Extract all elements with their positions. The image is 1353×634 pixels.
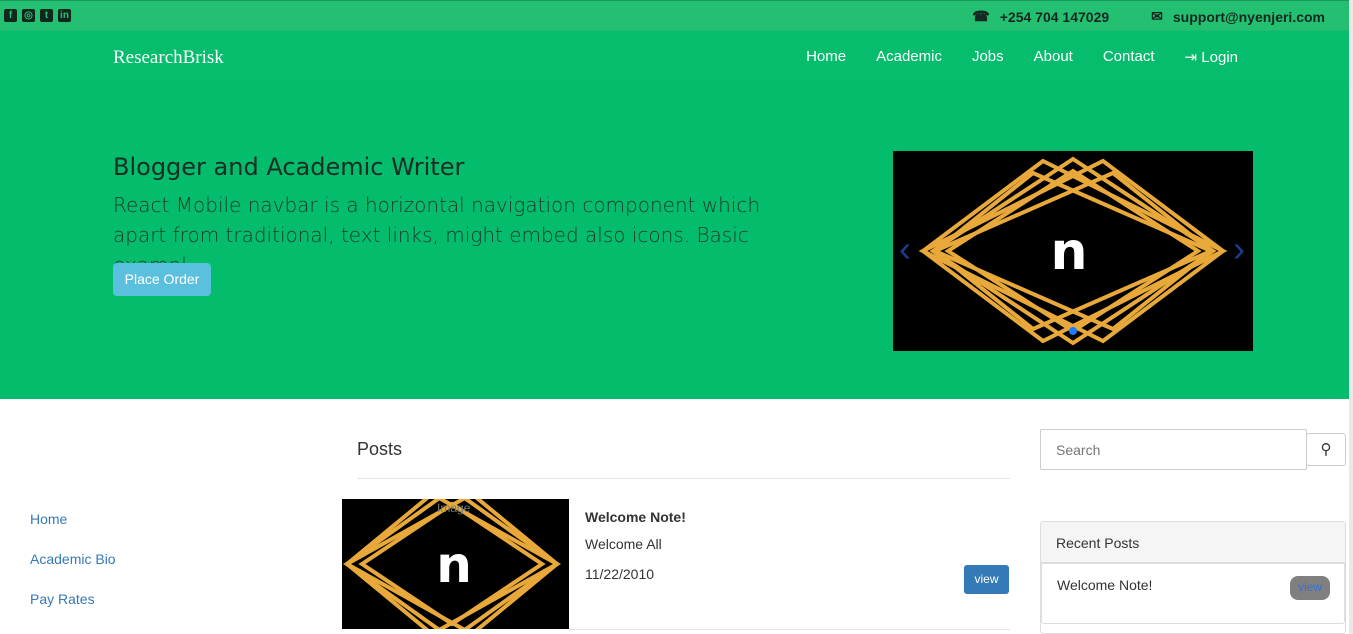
search-icon: ⚲ [1320,441,1332,458]
carousel-prev-icon[interactable]: ‹ [899,231,911,267]
post-logo-image: n [342,499,562,629]
hero-text: React Mobile navbar is a horizontal navi… [113,193,761,277]
post-body: Welcome All [585,536,662,552]
linkedin-icon[interactable]: in [58,9,71,22]
hero-title: Blogger and Academic Writer [113,153,465,181]
hero-section: Blogger and Academic Writer React Mobile… [0,83,1349,399]
search-button[interactable]: ⚲ [1306,433,1346,466]
brand-logo[interactable]: ResearchBrisk [113,47,224,69]
carousel-letter: n [1050,222,1087,282]
list-item: Welcome Note! view [1041,563,1345,624]
posts-heading: Posts [357,439,403,459]
recent-post-title[interactable]: Welcome Note! [1057,577,1152,593]
divider [357,478,1010,479]
facebook-icon[interactable]: f [4,9,17,22]
nav-login[interactable]: ⇥ Login [1185,48,1238,66]
carousel-next-icon[interactable]: › [1233,231,1245,267]
hero-carousel[interactable]: n ‹ › [893,151,1253,351]
recent-view-button[interactable]: view [1290,576,1330,600]
top-contact-bar: f ◎ t in ☎ +254 704 147029 ✉ support@nye… [0,0,1353,31]
post-title: Welcome Note! [585,509,686,525]
post-image-letter: n [436,536,472,594]
search-input[interactable] [1040,429,1307,470]
contact-info: ☎ +254 704 147029 ✉ support@nyenjeri.com [972,8,1325,25]
nav-about[interactable]: About [1034,48,1073,66]
envelope-icon: ✉ [1151,8,1163,24]
recent-posts-heading: Recent Posts [1041,522,1345,563]
phone-number[interactable]: +254 704 147029 [1000,9,1109,25]
nav-jobs[interactable]: Jobs [972,48,1004,66]
email-address[interactable]: support@nyenjeri.com [1173,9,1325,25]
post-thumbnail: n Image [342,499,569,629]
recent-posts-panel: Recent Posts Welcome Note! view [1040,521,1346,634]
carousel-logo-image: n [918,156,1228,346]
sidebar-item-home[interactable]: Home [30,511,116,551]
nav-links: Home Academic Jobs About Contact ⇥ Login [806,48,1238,66]
carousel-indicator[interactable] [1069,327,1077,335]
nav-home[interactable]: Home [806,48,846,66]
instagram-icon[interactable]: ◎ [22,9,35,22]
login-icon: ⇥ [1184,49,1198,66]
main-navbar: ResearchBrisk Home Academic Jobs About C… [0,31,1353,83]
social-links: f ◎ t in [4,9,71,22]
phone-icon: ☎ [972,8,990,24]
place-order-button[interactable]: Place Order [113,263,211,296]
twitter-icon[interactable]: t [40,9,53,22]
divider [569,629,1010,630]
nav-contact[interactable]: Contact [1103,48,1155,66]
sidebar-item-academic-bio[interactable]: Academic Bio [30,551,116,591]
nav-login-label: Login [1201,49,1238,66]
page-scrollbar[interactable] [1349,0,1353,634]
image-alt-text: Image [437,501,471,515]
sidebar-item-pay-rates[interactable]: Pay Rates [30,591,116,631]
left-sidebar: Home Academic Bio Pay Rates [30,511,116,631]
post-date: 11/22/2010 [585,566,655,582]
nav-academic[interactable]: Academic [876,48,942,66]
view-post-button[interactable]: view [964,565,1009,594]
